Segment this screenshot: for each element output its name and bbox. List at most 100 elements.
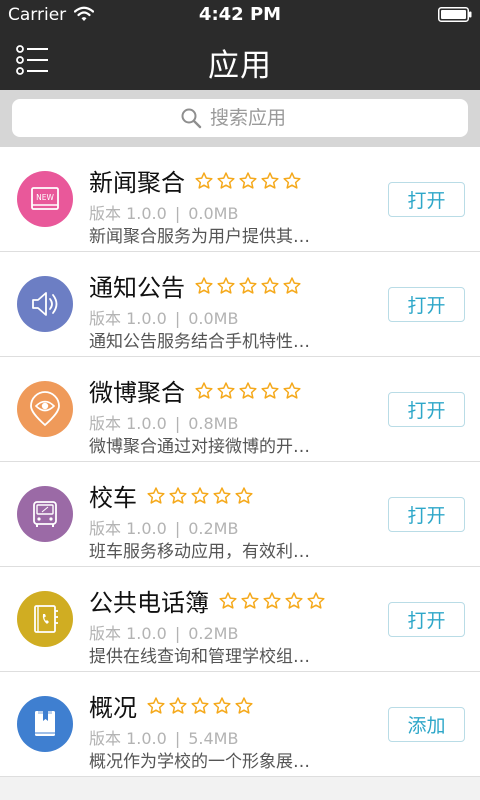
- status-time: 4:42 PM: [198, 4, 282, 25]
- star-outline-icon: [195, 171, 213, 189]
- app-size: 0.2MB: [188, 519, 239, 538]
- app-name: 校车: [89, 484, 137, 512]
- app-action-button[interactable]: 添加: [388, 707, 465, 742]
- app-size: 0.0MB: [188, 204, 239, 223]
- rating-stars: [194, 381, 304, 401]
- app-version: 版本 1.0.0: [89, 309, 167, 328]
- meta-separator: |: [174, 204, 181, 223]
- app-name-row: 校车: [89, 478, 256, 513]
- app-meta: 版本 1.0.0 | 5.4MB: [89, 725, 238, 749]
- app-name-row: 公共电话簿: [89, 583, 328, 618]
- rating-stars: [194, 171, 304, 191]
- nav-bar: 应用: [0, 30, 480, 90]
- app-version: 版本 1.0.0: [89, 519, 167, 538]
- app-size: 0.0MB: [188, 309, 239, 328]
- battery-icon: [438, 7, 472, 22]
- meta-separator: |: [174, 624, 181, 643]
- star-outline-icon: [241, 591, 259, 609]
- app-name-row: 通知公告: [89, 268, 304, 303]
- meta-separator: |: [174, 729, 181, 748]
- rating-stars: [146, 696, 256, 716]
- star-outline-icon: [217, 276, 235, 294]
- rating-stars: [218, 591, 328, 611]
- app-action-button[interactable]: 打开: [388, 287, 465, 322]
- meta-separator: |: [174, 414, 181, 433]
- star-outline-icon: [169, 696, 187, 714]
- app-name-row: 微博聚合: [89, 373, 304, 408]
- star-outline-icon: [235, 696, 253, 714]
- app-description: 通知公告服务结合手机特性…: [89, 332, 310, 352]
- app-meta: 版本 1.0.0 | 0.0MB: [89, 305, 238, 329]
- app-description: 微博聚合通过对接微博的开…: [89, 437, 310, 457]
- star-outline-icon: [217, 171, 235, 189]
- app-description: 提供在线查询和管理学校组…: [89, 647, 310, 667]
- app-action-button[interactable]: 打开: [388, 182, 465, 217]
- app-meta: 版本 1.0.0 | 0.2MB: [89, 515, 238, 539]
- speaker-icon: [17, 276, 73, 332]
- app-meta: 版本 1.0.0 | 0.0MB: [89, 200, 238, 224]
- app-list-item[interactable]: 校车 版本 1.0.0 | 0.2MB 班车服务移动应用，有效利… 打开: [0, 462, 480, 567]
- star-outline-icon: [239, 381, 257, 399]
- star-outline-icon: [263, 591, 281, 609]
- app-size: 0.8MB: [188, 414, 239, 433]
- search-box[interactable]: [12, 99, 468, 137]
- app-list-item[interactable]: NEW 新闻聚合 版本 1.0.0 | 0.0MB 新闻聚合服务为用户提供其… 打开: [0, 147, 480, 252]
- news-icon: NEW: [17, 171, 73, 227]
- star-outline-icon: [283, 381, 301, 399]
- star-outline-icon: [261, 171, 279, 189]
- app-meta: 版本 1.0.0 | 0.8MB: [89, 410, 238, 434]
- search-bar: [0, 90, 480, 147]
- star-outline-icon: [195, 276, 213, 294]
- app-name-row: 新闻聚合: [89, 163, 304, 198]
- star-outline-icon: [195, 381, 213, 399]
- app-list-item[interactable]: 通知公告 版本 1.0.0 | 0.0MB 通知公告服务结合手机特性… 打开: [0, 252, 480, 357]
- search-icon: [181, 108, 202, 129]
- star-outline-icon: [147, 486, 165, 504]
- app-action-button[interactable]: 打开: [388, 392, 465, 427]
- rating-stars: [194, 276, 304, 296]
- star-outline-icon: [239, 276, 257, 294]
- app-list: NEW 新闻聚合 版本 1.0.0 | 0.0MB 新闻聚合服务为用户提供其… 打开…: [0, 147, 480, 777]
- app-list-item[interactable]: 微博聚合 版本 1.0.0 | 0.8MB 微博聚合通过对接微博的开… 打开: [0, 357, 480, 462]
- rating-stars: [146, 486, 256, 506]
- app-size: 5.4MB: [188, 729, 239, 748]
- star-outline-icon: [191, 696, 209, 714]
- page-title: 应用: [208, 48, 272, 84]
- status-bar: Carrier 4:42 PM: [0, 0, 480, 30]
- app-version: 版本 1.0.0: [89, 624, 167, 643]
- app-version: 版本 1.0.0: [89, 414, 167, 433]
- star-outline-icon: [283, 171, 301, 189]
- app-name: 新闻聚合: [89, 169, 185, 197]
- app-name: 通知公告: [89, 274, 185, 302]
- star-outline-icon: [147, 696, 165, 714]
- app-action-button[interactable]: 打开: [388, 602, 465, 637]
- star-outline-icon: [283, 276, 301, 294]
- app-name-row: 概况: [89, 688, 256, 723]
- app-meta: 版本 1.0.0 | 0.2MB: [89, 620, 238, 644]
- app-name: 微博聚合: [89, 379, 185, 407]
- search-inner: [12, 99, 468, 137]
- search-input[interactable]: [210, 107, 300, 129]
- app-list-item[interactable]: 概况 版本 1.0.0 | 5.4MB 概况作为学校的一个形象展… 添加: [0, 672, 480, 777]
- app-version: 版本 1.0.0: [89, 204, 167, 223]
- star-outline-icon: [307, 591, 325, 609]
- star-outline-icon: [261, 381, 279, 399]
- app-name: 公共电话簿: [89, 589, 209, 617]
- svg-text:NEW: NEW: [36, 193, 54, 202]
- book-icon: [17, 696, 73, 752]
- app-description: 概况作为学校的一个形象展…: [89, 752, 310, 772]
- star-outline-icon: [219, 591, 237, 609]
- app-action-button[interactable]: 打开: [388, 497, 465, 532]
- app-name: 概况: [89, 694, 137, 722]
- app-description: 班车服务移动应用，有效利…: [89, 542, 310, 562]
- app-version: 版本 1.0.0: [89, 729, 167, 748]
- phonebook-icon: [17, 591, 73, 647]
- star-outline-icon: [191, 486, 209, 504]
- star-outline-icon: [217, 381, 235, 399]
- star-outline-icon: [239, 171, 257, 189]
- star-outline-icon: [261, 276, 279, 294]
- star-outline-icon: [169, 486, 187, 504]
- bus-icon: [17, 486, 73, 542]
- app-list-item[interactable]: 公共电话簿 版本 1.0.0 | 0.2MB 提供在线查询和管理学校组… 打开: [0, 567, 480, 672]
- star-outline-icon: [285, 591, 303, 609]
